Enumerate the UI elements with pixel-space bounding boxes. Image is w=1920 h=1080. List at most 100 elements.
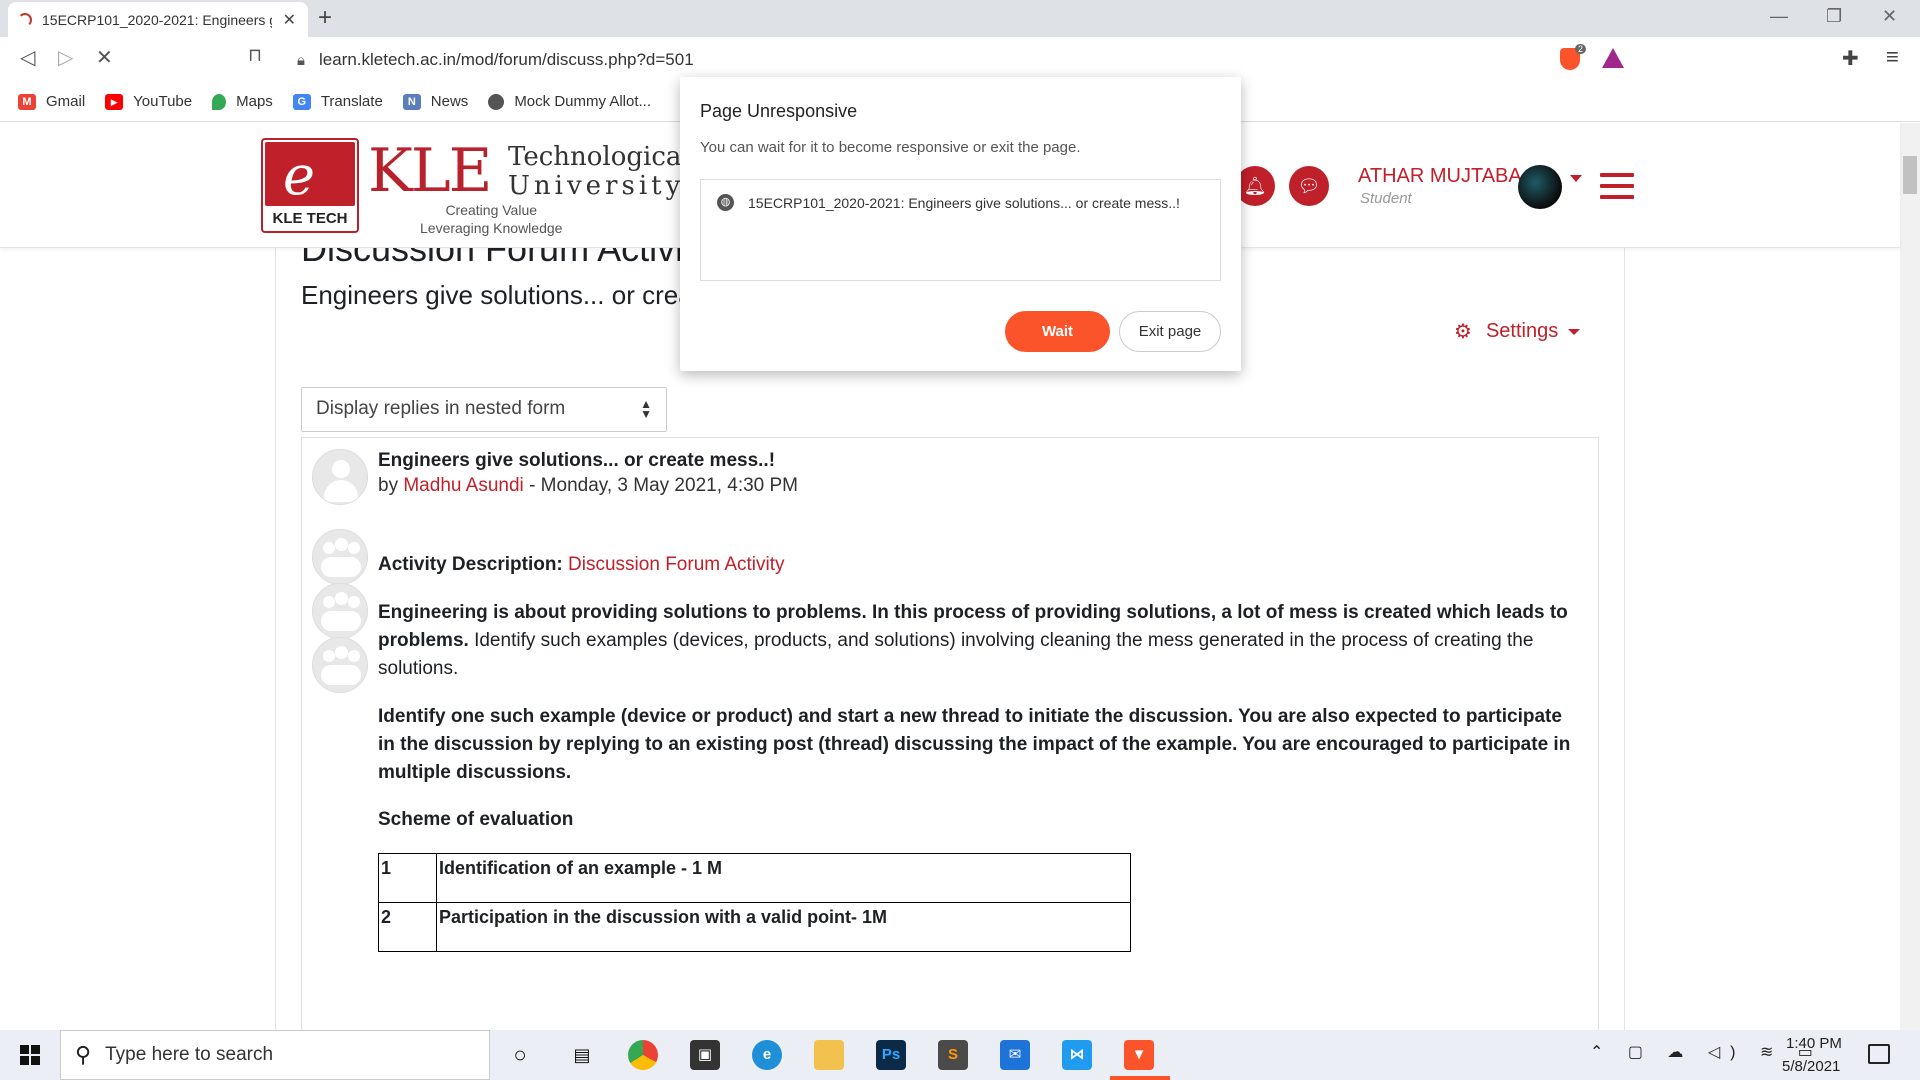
dialog-message: You can wait for it to become responsive… <box>700 139 1081 156</box>
caret-down-icon[interactable] <box>1570 175 1582 182</box>
para1-rest: Identify such examples (devices, product… <box>378 630 1534 679</box>
messages-icon[interactable]: 💬︎ <box>1289 166 1329 206</box>
table-row: 1 Identification of an example - 1 M <box>378 853 1131 903</box>
close-tab-icon[interactable]: ✕ <box>283 10 296 30</box>
lock-icon: 🔒︎ <box>297 51 305 69</box>
tab-title: 15ECRP101_2020-2021: Engineers give solu… <box>42 11 272 28</box>
brand-university: Technological University <box>508 143 690 200</box>
bookmark-label: News <box>430 93 469 110</box>
group-avatar-icon <box>312 529 368 585</box>
loading-spinner-icon <box>18 12 32 27</box>
task-view-icon[interactable]: ▤ <box>567 1040 597 1070</box>
logo-mark: e <box>265 142 355 207</box>
news-icon: N <box>402 93 421 110</box>
settings-menu-button[interactable]: ⚙ Settings <box>1454 319 1581 344</box>
bookmark-youtube[interactable]: ▶ YouTube <box>105 93 192 110</box>
group-avatar-icon <box>312 637 368 693</box>
post-subject: Engineers give solutions... or create me… <box>378 450 776 471</box>
evaluation-table: 1 Identification of an example - 1 M 2 P… <box>378 853 1131 952</box>
back-icon[interactable]: ◁ <box>20 45 35 70</box>
bookmark-news[interactable]: N News <box>402 93 469 110</box>
notification-center-icon[interactable] <box>1868 1044 1890 1064</box>
new-tab-button[interactable]: + <box>318 4 332 32</box>
close-window-icon[interactable]: ✕ <box>1882 6 1897 27</box>
gmail-icon: M <box>18 93 36 110</box>
activity-description: Activity Description: Discussion Forum A… <box>378 551 1578 579</box>
cortana-icon[interactable]: ○ <box>505 1040 535 1070</box>
active-app-indicator <box>1110 1076 1170 1080</box>
scrollbar-thumb[interactable] <box>1903 156 1917 194</box>
activity-link[interactable]: Discussion Forum Activity <box>568 554 784 575</box>
translate-icon: G <box>292 93 311 110</box>
bookmark-mock-dummy[interactable]: Mock Dummy Allot... <box>488 93 651 110</box>
bookmark-label: Gmail <box>46 93 86 110</box>
author-avatar[interactable] <box>312 449 368 505</box>
file-explorer-icon[interactable] <box>814 1040 844 1070</box>
post-byline: by Madhu Asundi - Monday, 3 May 2021, 4:… <box>378 475 798 497</box>
hamburger-menu-icon[interactable] <box>1600 173 1634 199</box>
table-cell: 2 <box>378 902 437 952</box>
bell-icon[interactable]: 🔔︎ <box>1235 166 1275 206</box>
bookmark-label: Mock Dummy Allot... <box>514 93 652 110</box>
globe-icon <box>488 93 505 110</box>
youtube-icon: ▶ <box>105 93 124 110</box>
brand-line1: Technological <box>508 142 690 172</box>
browser-menu-icon[interactable]: ≡ <box>1886 44 1899 70</box>
display-mode-value: Display replies in nested form <box>316 398 566 419</box>
bookmark-label: Translate <box>320 93 383 110</box>
user-name[interactable]: ATHAR MUJTABA <box>1358 165 1522 188</box>
post-date: - Monday, 3 May 2021, 4:30 PM <box>529 475 799 496</box>
unresponsive-page-list: ◍ 15ECRP101_2020-2021: Engineers give so… <box>700 179 1221 281</box>
stop-loading-icon[interactable]: ✕ <box>96 45 113 70</box>
user-role: Student <box>1360 190 1412 207</box>
bookmark-maps[interactable]: Maps <box>212 93 273 110</box>
vscode-icon[interactable]: ⋈ <box>1062 1040 1092 1070</box>
dialog-title: Page Unresponsive <box>700 101 858 121</box>
bookmark-gmail[interactable]: M Gmail <box>18 93 85 110</box>
brave-rewards-icon[interactable] <box>1602 48 1624 68</box>
clock-time[interactable]: 1:40 PM <box>1786 1035 1842 1052</box>
kle-logo[interactable]: e KLE TECH <box>261 138 359 233</box>
bookmark-translate[interactable]: G Translate <box>292 93 383 110</box>
store-icon[interactable]: ▣ <box>690 1040 720 1070</box>
wait-button[interactable]: Wait <box>1005 311 1110 352</box>
browser-tab[interactable]: 15ECRP101_2020-2021: Engineers give solu… <box>8 2 308 37</box>
display-mode-select[interactable]: Display replies in nested form ▲ ▼ <box>301 387 667 432</box>
list-item[interactable]: ◍ 15ECRP101_2020-2021: Engineers give so… <box>717 194 1180 211</box>
brand-line2: University <box>508 170 685 201</box>
address-bar[interactable]: 🔒︎ learn.kletech.ac.in/mod/forum/discuss… <box>285 43 1565 77</box>
restore-icon[interactable]: ❐ <box>1826 6 1842 27</box>
bookmark-icon[interactable]: ⊓ <box>248 45 262 66</box>
by-label: by <box>378 475 399 496</box>
settings-label: Settings <box>1485 320 1559 342</box>
search-icon: ⚲ <box>75 1042 92 1067</box>
extensions-icon[interactable]: ✚ <box>1842 46 1859 71</box>
clock-date[interactable]: 5/8/2021 <box>1782 1058 1840 1075</box>
tagline-line1: Creating Value <box>445 202 538 218</box>
taskbar-search-input[interactable]: ⚲ Type here to search <box>60 1030 490 1080</box>
forward-icon[interactable]: ▷ <box>58 45 73 70</box>
chrome-icon[interactable] <box>628 1040 658 1070</box>
sublime-icon[interactable]: S <box>938 1040 968 1070</box>
minimize-icon[interactable]: — <box>1770 6 1788 27</box>
table-row: 2 Participation in the discussion with a… <box>378 902 1131 952</box>
maps-icon <box>212 93 227 110</box>
table-cell: Participation in the discussion with a v… <box>436 902 1131 952</box>
author-link[interactable]: Madhu Asundi <box>403 475 523 496</box>
avatar[interactable] <box>1518 165 1562 209</box>
brave-icon[interactable]: ▼ <box>1124 1040 1154 1070</box>
browser-toolbar: ◁ ▷ ✕ ⊓ 🔒︎ learn.kletech.ac.in/mod/forum… <box>0 37 1920 82</box>
windows-start-icon[interactable] <box>20 1045 40 1065</box>
globe-icon: ◍ <box>717 194 734 211</box>
bookmark-label: Maps <box>236 93 273 110</box>
edge-icon[interactable]: e <box>752 1040 782 1070</box>
page-scrollbar[interactable] <box>1900 123 1920 1030</box>
logo-letter: e <box>283 144 315 207</box>
post-paragraph-1: Engineering is about providing solutions… <box>378 599 1578 683</box>
shields-badge: 2 <box>1574 44 1586 54</box>
exit-page-button[interactable]: Exit page <box>1119 311 1221 352</box>
photoshop-icon[interactable]: Ps <box>876 1040 906 1070</box>
mail-icon[interactable]: ✉ <box>1000 1040 1030 1070</box>
group-avatar-icon <box>312 583 368 639</box>
brave-shields-icon[interactable]: 2 <box>1560 44 1586 70</box>
